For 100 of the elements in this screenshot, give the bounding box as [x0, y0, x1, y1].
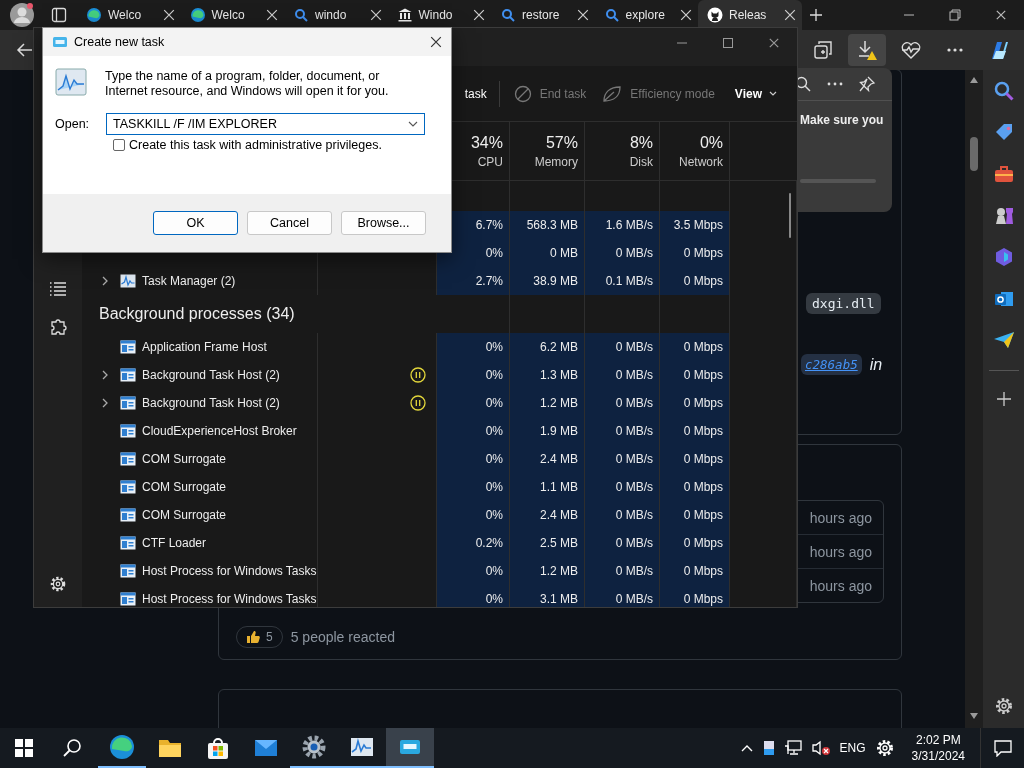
column-header[interactable]: 57% Memory	[510, 122, 585, 180]
command-field[interactable]: TASKKILL /F /IM EXPLORER	[106, 113, 425, 135]
close-icon	[994, 8, 1008, 22]
process-name: Task Manager (2)	[142, 274, 236, 288]
table-cell: 0 MB/s	[585, 585, 660, 607]
view-menu-button[interactable]: View	[734, 86, 777, 101]
dialog-button[interactable]: OK	[153, 211, 238, 235]
table-cell: 0%	[437, 585, 510, 607]
avatar-icon[interactable]	[9, 2, 35, 28]
network-icon[interactable]	[783, 740, 802, 756]
checkbox[interactable]	[113, 139, 125, 151]
table-cell: 0 Mbps	[660, 239, 730, 267]
process-name: Background Task Host (2)	[142, 396, 280, 410]
browser-tab[interactable]: Releas	[698, 0, 802, 30]
maximize-icon	[722, 37, 734, 49]
settings-icon[interactable]	[874, 738, 895, 758]
window-icon	[120, 424, 136, 438]
process-name: Background Task Host (2)	[142, 368, 280, 382]
speaker-muted-icon[interactable]	[810, 740, 831, 756]
windows-icon	[15, 739, 33, 757]
leaf-icon	[602, 84, 623, 103]
downloads-button[interactable]	[848, 34, 886, 66]
download-icon	[856, 39, 878, 61]
list-icon[interactable]	[49, 281, 67, 297]
chart-icon	[55, 68, 87, 96]
search-icon[interactable]	[992, 80, 1015, 102]
chevron-right-icon[interactable]	[101, 275, 109, 287]
browser-icon	[109, 734, 135, 760]
settings-icon	[301, 734, 327, 760]
column-header[interactable]: 8% Disk	[585, 122, 660, 180]
table-cell: 0 Mbps	[660, 417, 730, 445]
browser-tab[interactable]: Welco	[77, 0, 181, 30]
table-cell: 2.5 MB	[510, 529, 585, 557]
browser-tab[interactable]: Windo	[387, 0, 491, 30]
paper-plane-icon[interactable]	[992, 330, 1015, 350]
checkbox-label[interactable]: Create this task with administrative privileges.	[129, 138, 382, 152]
table-cell: 6.2 MB	[510, 333, 585, 361]
browser-tab[interactable]: windo	[284, 0, 388, 30]
browser-tab[interactable]: Welco	[180, 0, 284, 30]
close-icon	[767, 36, 781, 50]
table-cell: 0%	[437, 389, 510, 417]
language-indicator[interactable]: ENG	[839, 741, 866, 755]
dialog-button[interactable]: Cancel	[247, 211, 332, 235]
table-cell: 3.1 MB	[510, 585, 585, 607]
browser-tab[interactable]: restore	[491, 0, 595, 30]
scrollbar[interactable]	[965, 70, 983, 728]
scroll-up-icon	[969, 76, 979, 84]
chevron-right-icon[interactable]	[101, 369, 109, 381]
toolbox-icon[interactable]	[992, 164, 1015, 184]
scrollbar-thumb[interactable]	[789, 193, 791, 238]
storage-icon[interactable]	[762, 740, 775, 756]
table-cell: 1.2 MB	[510, 389, 585, 417]
close-icon[interactable]	[678, 7, 694, 23]
table-cell: 0 Mbps	[660, 473, 730, 501]
add-icon[interactable]	[995, 391, 1012, 407]
dialog-button[interactable]: Browse...	[341, 211, 426, 235]
taskbar-button[interactable]	[386, 728, 434, 768]
table-cell: 1.9 MB	[510, 417, 585, 445]
puzzle-icon[interactable]	[49, 317, 67, 335]
tabs-icon	[813, 40, 833, 60]
process-name: CTF Loader	[142, 536, 207, 550]
table-cell: 0%	[437, 417, 510, 445]
commit-link[interactable]: c286ab5	[801, 354, 862, 375]
popup-text: Make sure you	[799, 112, 885, 127]
close-icon[interactable]	[471, 7, 487, 23]
table-cell: 0 MB	[510, 239, 585, 267]
browser-tab[interactable]: explore	[594, 0, 698, 30]
tab-actions-icon[interactable]	[51, 7, 67, 23]
table-cell: 2.4 MB	[510, 445, 585, 473]
add-icon	[807, 7, 824, 23]
table-cell: 0 MB/s	[585, 389, 660, 417]
chevron-down-icon[interactable]	[408, 121, 418, 127]
pin-icon[interactable]	[858, 75, 876, 93]
settings-icon[interactable]	[49, 575, 67, 593]
toolbar-button[interactable]: task	[464, 76, 487, 111]
window-icon	[120, 564, 136, 578]
settings-icon[interactable]	[993, 696, 1014, 716]
scrollbar-thumb[interactable]	[970, 137, 978, 171]
logo-icon	[707, 7, 723, 23]
table-cell: 0 MB/s	[585, 239, 660, 267]
table-cell: 0.1 MB/s	[585, 267, 660, 295]
search-icon	[603, 7, 620, 23]
table-cell: 0%	[437, 557, 510, 585]
table-cell: 0%	[437, 361, 510, 389]
table-cell: 0%	[437, 501, 510, 529]
column-header[interactable]: 0% Network	[660, 122, 730, 180]
more-icon[interactable]	[826, 81, 844, 87]
clock-date[interactable]: 3/31/2024	[911, 748, 965, 764]
table-cell: 0 Mbps	[660, 585, 730, 607]
heart-pulse-icon	[900, 40, 922, 60]
dialog-message: Type the name of a program, folder, document, or Internet resource, and Windows will open it for you.	[105, 69, 390, 99]
dialog-title: Create new task	[74, 35, 165, 49]
table-cell: 0 Mbps	[660, 389, 730, 417]
thumbs-up-icon	[246, 630, 260, 644]
close-icon[interactable]	[264, 7, 280, 23]
window-icon	[120, 508, 136, 522]
browser-icon	[86, 7, 102, 23]
table-cell: 38.9 MB	[510, 267, 585, 295]
chevron-right-icon[interactable]	[101, 397, 109, 409]
clock-time[interactable]: 2:02 PM	[915, 732, 961, 748]
